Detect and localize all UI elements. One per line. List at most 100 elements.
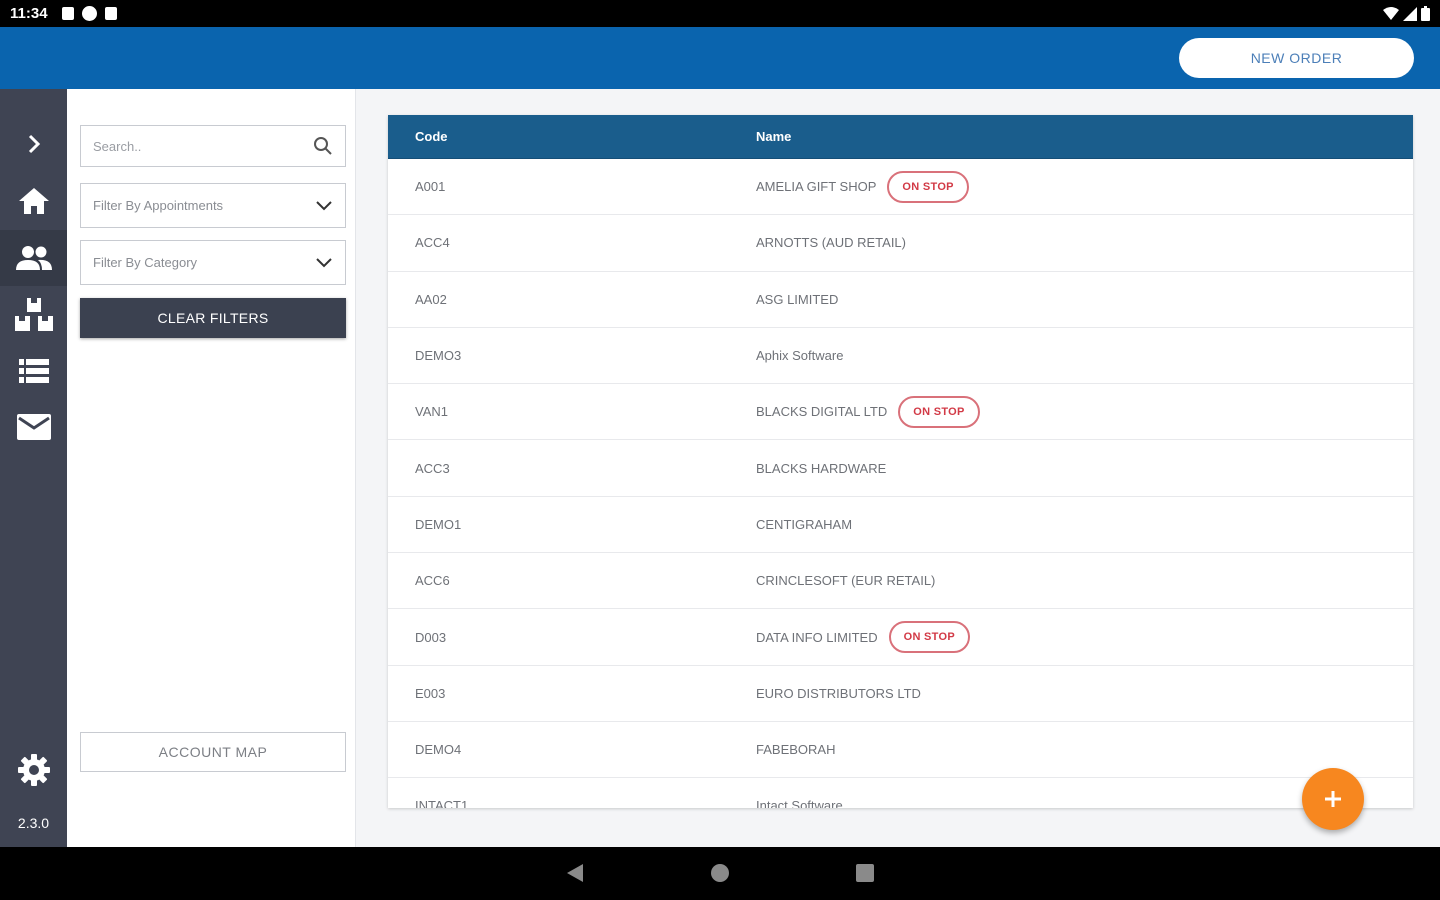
account-name: DATA INFO LIMITED [756, 629, 878, 645]
account-name-cell: CRINCLESOFT (EUR RETAIL) [756, 573, 935, 588]
table-row[interactable]: DEMO3 Aphix Software [388, 328, 1413, 385]
account-name-cell: Intact Software [756, 798, 843, 808]
app-notification-icon [81, 6, 97, 21]
chevron-down-icon [316, 200, 332, 210]
wifi-icon [1383, 6, 1399, 20]
on-stop-badge: ON STOP [888, 621, 971, 654]
account-name-cell: DATA INFO LIMITED ON STOP [756, 621, 971, 654]
account-code: DEMO1 [415, 516, 462, 532]
account-code: A001 [415, 179, 446, 195]
home-icon [18, 188, 49, 214]
account-code: ACC6 [415, 573, 450, 589]
status-bar: 11:34 [0, 0, 1440, 27]
status-notification-icons [61, 6, 117, 21]
table-row[interactable]: D003 DATA INFO LIMITED ON STOP [388, 609, 1413, 666]
account-name-cell: AMELIA GIFT SHOP ON STOP [756, 170, 969, 203]
home-button-icon[interactable] [710, 863, 730, 883]
nav-accounts[interactable] [0, 230, 67, 286]
sd-card-icon [104, 7, 117, 20]
list-icon [18, 359, 49, 383]
table-body: A001 AMELIA GIFT SHOP ON STOP ACC4 ARNOTTS (… [388, 159, 1413, 808]
account-name-cell: EURO DISTRIBUTORS LTD [756, 686, 921, 701]
table-row[interactable]: AA02 ASG LIMITED [388, 272, 1413, 328]
account-name-cell: ARNOTTS (AUD RETAIL) [756, 235, 906, 250]
battery-icon [1421, 6, 1430, 21]
status-system-icons [1383, 6, 1430, 21]
new-order-button[interactable]: NEW ORDER [1179, 38, 1414, 78]
add-account-fab[interactable] [1302, 768, 1364, 830]
table-header: Code Name [388, 115, 1413, 159]
nav-messages[interactable] [0, 399, 67, 455]
account-name-cell: Aphix Software [756, 348, 843, 363]
nav-orders[interactable] [0, 343, 67, 399]
chevron-right-icon [28, 134, 40, 154]
category-filter-label: Filter By Category [93, 255, 198, 270]
nav-settings[interactable] [0, 742, 67, 798]
account-name-cell: FABEBORAH [756, 742, 835, 757]
app-version: 2.3.0 [17, 815, 50, 831]
accounts-table: Code Name A001 AMELIA GIFT SHOP ON STOP ACC… [388, 115, 1413, 808]
table-row[interactable]: ACC3 BLACKS HARDWARE [388, 440, 1413, 497]
account-name-cell: BLACKS HARDWARE [756, 461, 886, 476]
account-name: Aphix Software [756, 348, 844, 364]
nav-products[interactable] [0, 287, 67, 343]
nav-expand[interactable] [0, 116, 67, 172]
table-row[interactable]: ACC4 ARNOTTS (AUD RETAIL) [388, 215, 1413, 272]
clear-filters-button[interactable]: CLEAR FILTERS [80, 298, 346, 338]
account-name: ARNOTTS (AUD RETAIL) [756, 235, 906, 251]
on-stop-badge: ON STOP [887, 170, 969, 203]
people-icon [15, 246, 52, 270]
account-code: DEMO3 [415, 348, 462, 364]
on-stop-badge: ON STOP [898, 395, 980, 428]
status-time: 11:34 [10, 5, 48, 22]
account-name-cell: CENTIGRAHAM [756, 517, 852, 532]
account-name: FABEBORAH [756, 742, 836, 758]
back-icon[interactable] [565, 863, 585, 883]
appointments-filter-select[interactable]: Filter By Appointments [80, 183, 346, 228]
table-row[interactable]: DEMO4 FABEBORAH [388, 722, 1413, 779]
account-name: BLACKS DIGITAL LTD [756, 404, 888, 420]
account-name-cell: ASG LIMITED [756, 292, 838, 307]
account-code: ACC3 [415, 460, 450, 476]
account-name: AMELIA GIFT SHOP [756, 179, 877, 195]
account-code: VAN1 [415, 404, 448, 420]
search-input[interactable] [93, 138, 313, 154]
account-code: AA02 [415, 291, 447, 307]
column-header-code[interactable]: Code [415, 129, 448, 144]
account-name: BLACKS HARDWARE [756, 460, 887, 476]
gear-icon [17, 754, 50, 786]
account-code: D003 [415, 629, 447, 645]
table-row[interactable]: INTACT1 Intact Software [388, 778, 1413, 808]
app-bar: NEW ORDER [0, 27, 1440, 89]
chevron-down-icon [316, 257, 332, 267]
account-code: ACC4 [415, 235, 450, 251]
account-name: EURO DISTRIBUTORS LTD [756, 685, 921, 701]
table-row[interactable]: E003 EURO DISTRIBUTORS LTD [388, 666, 1413, 722]
system-nav-bar [0, 847, 1440, 900]
account-code: E003 [415, 685, 446, 701]
account-name: CENTIGRAHAM [756, 516, 853, 532]
boxes-icon [14, 298, 53, 331]
notification-icon [61, 7, 74, 20]
signal-icon [1403, 6, 1417, 21]
table-row[interactable]: ACC6 CRINCLESOFT (EUR RETAIL) [388, 553, 1413, 610]
search-field [80, 125, 346, 167]
appointments-filter-label: Filter By Appointments [93, 198, 224, 213]
table-row[interactable]: A001 AMELIA GIFT SHOP ON STOP [388, 159, 1413, 216]
filter-panel: Filter By Appointments Filter By Categor… [67, 89, 356, 847]
account-map-button[interactable]: ACCOUNT MAP [80, 732, 346, 772]
column-header-name[interactable]: Name [756, 129, 791, 144]
category-filter-select[interactable]: Filter By Category [80, 240, 346, 285]
nav-home[interactable] [0, 173, 67, 229]
account-name: Intact Software [756, 798, 843, 808]
recents-icon[interactable] [855, 863, 875, 883]
navigation-rail: 2.3.0 [0, 89, 67, 847]
account-name: CRINCLESOFT (EUR RETAIL) [756, 573, 936, 589]
account-name: ASG LIMITED [756, 291, 839, 307]
account-code: INTACT1 [415, 798, 469, 808]
account-code: DEMO4 [415, 742, 462, 758]
mail-icon [16, 414, 51, 440]
table-row[interactable]: VAN1 BLACKS DIGITAL LTD ON STOP [388, 384, 1413, 441]
search-icon[interactable] [313, 136, 333, 156]
table-row[interactable]: DEMO1 CENTIGRAHAM [388, 497, 1413, 554]
